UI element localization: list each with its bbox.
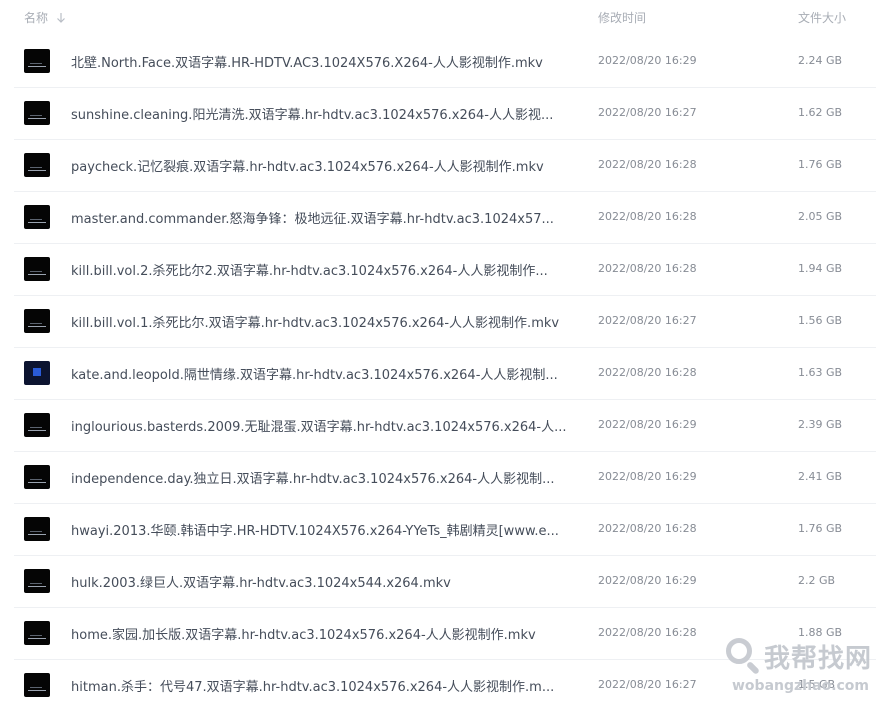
video-thumbnail-icon [24,361,50,385]
video-thumbnail-icon [24,205,50,229]
name-header-label: 名称 [24,11,49,25]
file-size: 1.62 GB [798,106,843,119]
file-row[interactable]: sunshine.cleaning.阳光清洗.双语字幕.hr-hdtv.ac3.… [0,88,876,140]
modified-time: 2022/08/20 16:28 [598,158,697,171]
video-thumbnail-icon [24,413,50,437]
modified-time: 2022/08/20 16:28 [598,522,697,535]
file-row[interactable]: hitman.杀手：代号47.双语字幕.hr-hdtv.ac3.1024x576… [0,660,876,704]
file-name[interactable]: kate.and.leopold.隔世情缘.双语字幕.hr-hdtv.ac3.1… [71,364,571,383]
file-list-page: 名称 修改时间 文件大小 北壁.North.Face.双语字幕.HR-HDTV.… [0,0,876,704]
name-column-header[interactable]: 名称 [24,9,66,26]
file-size: 2.2 GB [798,574,836,587]
file-row[interactable]: kate.and.leopold.隔世情缘.双语字幕.hr-hdtv.ac3.1… [0,348,876,400]
file-name[interactable]: kill.bill.vol.2.杀死比尔2.双语字幕.hr-hdtv.ac3.1… [71,260,571,279]
modified-time: 2022/08/20 16:27 [598,678,697,691]
file-size-column-header[interactable]: 文件大小 [798,9,846,26]
file-size: 1.76 GB [798,522,843,535]
file-list: 北壁.North.Face.双语字幕.HR-HDTV.AC3.1024X576.… [0,36,876,704]
video-thumbnail-icon [24,101,50,125]
file-row[interactable]: independence.day.独立日.双语字幕.hr-hdtv.ac3.10… [0,452,876,504]
file-row[interactable]: hulk.2003.绿巨人.双语字幕.hr-hdtv.ac3.1024x544.… [0,556,876,608]
sort-arrow-down-icon[interactable] [56,12,66,24]
video-thumbnail-icon [24,673,50,697]
file-name[interactable]: hitman.杀手：代号47.双语字幕.hr-hdtv.ac3.1024x576… [71,676,571,695]
file-row[interactable]: home.家园.加长版.双语字幕.hr-hdtv.ac3.1024x576.x2… [0,608,876,660]
list-header: 名称 修改时间 文件大小 [0,0,876,34]
file-name[interactable]: sunshine.cleaning.阳光清洗.双语字幕.hr-hdtv.ac3.… [71,104,571,123]
modified-time: 2022/08/20 16:28 [598,262,697,275]
file-size: 1.63 GB [798,366,843,379]
file-name[interactable]: inglourious.basterds.2009.无耻混蛋.双语字幕.hr-h… [71,416,571,435]
file-size: 2.05 GB [798,210,843,223]
file-size: 1.56 GB [798,314,843,327]
file-name[interactable]: hulk.2003.绿巨人.双语字幕.hr-hdtv.ac3.1024x544.… [71,572,571,591]
modified-time: 2022/08/20 16:29 [598,54,697,67]
modified-time-column-header[interactable]: 修改时间 [598,9,646,26]
modified-time: 2022/08/20 16:28 [598,366,697,379]
video-thumbnail-icon [24,517,50,541]
video-thumbnail-icon [24,49,50,73]
file-row[interactable]: 北壁.North.Face.双语字幕.HR-HDTV.AC3.1024X576.… [0,36,876,88]
modified-time: 2022/08/20 16:27 [598,106,697,119]
file-row[interactable]: kill.bill.vol.2.杀死比尔2.双语字幕.hr-hdtv.ac3.1… [0,244,876,296]
modified-time: 2022/08/20 16:27 [598,314,697,327]
file-name[interactable]: master.and.commander.怒海争锋：极地远征.双语字幕.hr-h… [71,208,571,227]
file-size: 1.88 GB [798,626,843,639]
file-row[interactable]: kill.bill.vol.1.杀死比尔.双语字幕.hr-hdtv.ac3.10… [0,296,876,348]
video-thumbnail-icon [24,621,50,645]
video-thumbnail-icon [24,569,50,593]
modified-time: 2022/08/20 16:29 [598,418,697,431]
file-size: 2.41 GB [798,470,843,483]
modified-time: 2022/08/20 16:28 [598,210,697,223]
file-row[interactable]: inglourious.basterds.2009.无耻混蛋.双语字幕.hr-h… [0,400,876,452]
video-thumbnail-icon [24,309,50,333]
file-name[interactable]: 北壁.North.Face.双语字幕.HR-HDTV.AC3.1024X576.… [71,52,571,71]
file-row[interactable]: master.and.commander.怒海争锋：极地远征.双语字幕.hr-h… [0,192,876,244]
file-size: 2.39 GB [798,418,843,431]
file-size: 1.5 GB [798,678,836,691]
file-row[interactable]: hwayi.2013.华颐.韩语中字.HR-HDTV.1024X576.x264… [0,504,876,556]
file-name[interactable]: hwayi.2013.华颐.韩语中字.HR-HDTV.1024X576.x264… [71,520,571,539]
video-thumbnail-icon [24,257,50,281]
modified-time: 2022/08/20 16:28 [598,626,697,639]
file-row[interactable]: paycheck.记忆裂痕.双语字幕.hr-hdtv.ac3.1024x576.… [0,140,876,192]
file-size: 2.24 GB [798,54,843,67]
modified-time: 2022/08/20 16:29 [598,574,697,587]
file-name[interactable]: paycheck.记忆裂痕.双语字幕.hr-hdtv.ac3.1024x576.… [71,156,571,175]
video-thumbnail-icon [24,465,50,489]
file-name[interactable]: independence.day.独立日.双语字幕.hr-hdtv.ac3.10… [71,468,571,487]
video-thumbnail-icon [24,153,50,177]
file-name[interactable]: home.家园.加长版.双语字幕.hr-hdtv.ac3.1024x576.x2… [71,624,571,643]
file-size: 1.94 GB [798,262,843,275]
file-name[interactable]: kill.bill.vol.1.杀死比尔.双语字幕.hr-hdtv.ac3.10… [71,312,571,331]
modified-time: 2022/08/20 16:29 [598,470,697,483]
file-size: 1.76 GB [798,158,843,171]
